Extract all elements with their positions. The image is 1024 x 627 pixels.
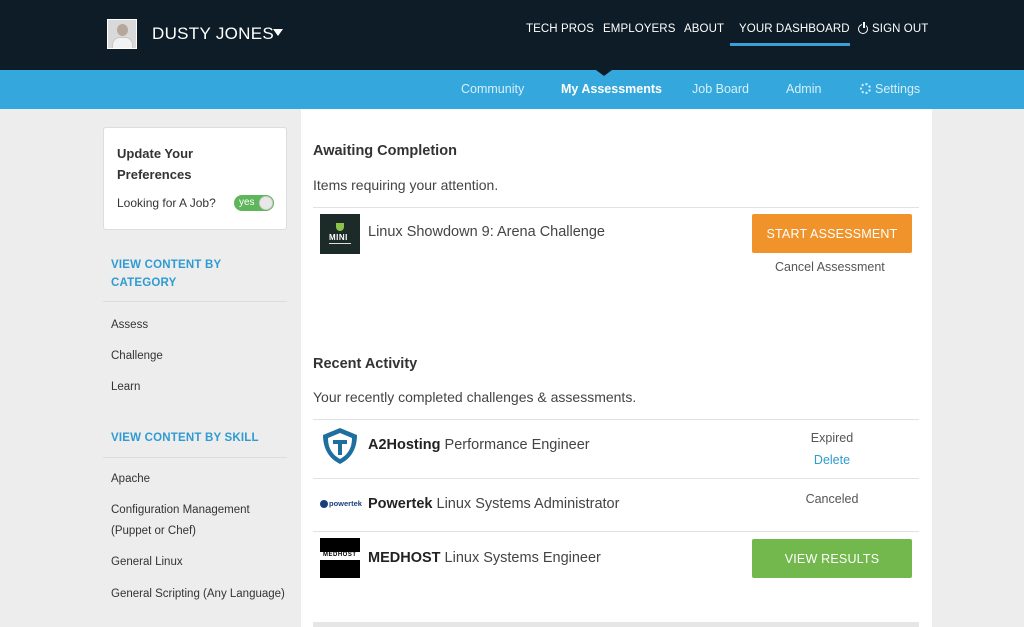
user-name[interactable]: DUSTY JONES	[152, 24, 274, 44]
tab-my-assessments[interactable]: My Assessments	[561, 82, 662, 96]
logo-underline	[329, 243, 351, 244]
chevron-down-icon[interactable]	[273, 29, 283, 36]
view-results-button[interactable]: VIEW RESULTS	[752, 539, 912, 578]
activity-title[interactable]: Powertek Linux Systems Administrator	[368, 496, 619, 512]
divider	[313, 419, 919, 420]
awaiting-title: Awaiting Completion	[313, 143, 457, 159]
tab-job-board[interactable]: Job Board	[692, 82, 749, 96]
assessment-title[interactable]: Linux Showdown 9: Arena Challenge	[368, 224, 605, 240]
sidebar-item-challenge[interactable]: Challenge	[111, 346, 286, 367]
start-assessment-button[interactable]: START ASSESSMENT	[752, 214, 912, 253]
nav-your-dashboard[interactable]: YOUR DASHBOARD	[739, 23, 850, 35]
nav-sign-out[interactable]: SIGN OUT	[872, 23, 928, 35]
top-header: DUSTY JONES TECH PROS EMPLOYERS ABOUT YO…	[0, 0, 1024, 70]
bottom-divider	[313, 622, 919, 627]
sidebar-item-learn[interactable]: Learn	[111, 377, 286, 398]
nav-employers[interactable]: EMPLOYERS	[603, 23, 675, 35]
sidebar-item-general-scripting[interactable]: General Scripting (Any Language)	[111, 584, 286, 605]
powertek-logo: powertek	[320, 484, 362, 524]
power-icon	[858, 22, 868, 34]
mini-logo: MINI	[320, 214, 360, 254]
activity-title[interactable]: MEDHOST Linux Systems Engineer	[368, 550, 601, 566]
trophy-icon	[336, 223, 344, 231]
activity-title[interactable]: A2Hosting Performance Engineer	[368, 437, 590, 453]
status-label: Expired	[810, 431, 854, 445]
awaiting-subtitle: Items requiring your attention.	[313, 177, 499, 193]
divider	[313, 207, 919, 208]
toggle-state-label: yes	[239, 197, 255, 208]
logo-text: MINI	[329, 233, 348, 242]
nav-tech-pros[interactable]: TECH PROS	[526, 23, 594, 35]
logo-text: MEDHOST	[323, 552, 357, 558]
nav-about[interactable]: ABOUT	[684, 23, 724, 35]
sidebar-item-config-mgmt[interactable]: Configuration Management (Puppet or Chef…	[111, 500, 286, 542]
gear-icon	[860, 83, 871, 94]
status-label: Canceled	[805, 492, 859, 506]
recent-title: Recent Activity	[313, 356, 418, 372]
avatar[interactable]	[107, 19, 137, 49]
a2hosting-logo	[323, 428, 357, 464]
category-heading: VIEW CONTENT BY CATEGORY	[111, 259, 222, 289]
looking-for-job-label: Looking for A Job?	[117, 196, 216, 210]
company-name: MEDHOST	[368, 550, 441, 566]
sidebar-item-apache[interactable]: Apache	[111, 469, 286, 490]
avatar-head	[117, 24, 128, 36]
tab-admin[interactable]: Admin	[786, 82, 821, 96]
medhost-logo: MEDHOST	[320, 538, 360, 578]
powertek-mark	[320, 500, 328, 508]
avatar-body	[112, 37, 133, 48]
role-name: Linux Systems Administrator	[436, 496, 620, 512]
active-nav-indicator	[730, 43, 850, 46]
sidebar-item-general-linux[interactable]: General Linux	[111, 552, 286, 573]
divider	[103, 301, 287, 302]
tab-settings[interactable]: Settings	[875, 82, 920, 96]
divider	[313, 478, 919, 479]
active-notch	[596, 70, 612, 76]
skill-heading: VIEW CONTENT BY SKILL	[111, 432, 259, 444]
logo-text: powertek	[329, 499, 362, 508]
delete-link[interactable]: Delete	[792, 453, 872, 467]
company-name: A2Hosting	[368, 437, 441, 453]
preferences-title: Update Your Preferences	[117, 146, 194, 182]
recent-subtitle: Your recently completed challenges & ass…	[313, 389, 637, 405]
preferences-card: Update Your Preferences Looking for A Jo…	[103, 127, 287, 230]
looking-for-job-toggle[interactable]: yes	[234, 195, 274, 211]
company-name: Powertek	[368, 496, 433, 512]
role-name: Linux Systems Engineer	[444, 550, 601, 566]
tab-community[interactable]: Community	[461, 82, 524, 96]
role-name: Performance Engineer	[444, 437, 590, 453]
divider	[103, 457, 287, 458]
divider	[313, 531, 919, 532]
sidebar-item-assess[interactable]: Assess	[111, 315, 286, 336]
toggle-knob	[259, 196, 273, 210]
cancel-assessment-link[interactable]: Cancel Assessment	[775, 260, 885, 274]
